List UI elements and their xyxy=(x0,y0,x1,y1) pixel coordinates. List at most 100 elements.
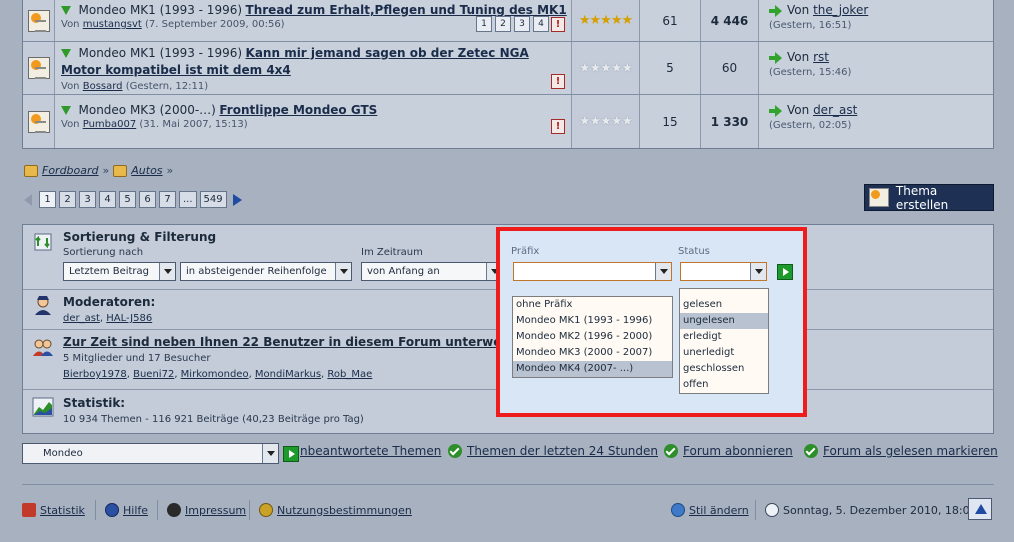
page-link[interactable]: 3 xyxy=(79,191,96,208)
status-option[interactable]: gelesen xyxy=(680,297,768,313)
style-icon xyxy=(671,503,685,517)
prefix-option[interactable]: ohne Präfix xyxy=(513,297,672,313)
filter-submit-button[interactable] xyxy=(777,264,793,280)
thread-title-link[interactable]: Frontlippe Mondeo GTS xyxy=(219,103,377,117)
change-style-link[interactable]: Stil ändern xyxy=(689,504,749,517)
terms-icon xyxy=(259,503,273,517)
new-posts-icon[interactable] xyxy=(61,49,71,58)
status-option[interactable]: geschlossen xyxy=(680,361,768,377)
prefix-filter-select[interactable] xyxy=(513,262,672,281)
online-user-link[interactable]: Mirkomondeo xyxy=(181,369,249,380)
status-filter-label: Status xyxy=(678,246,710,257)
footer-help-link[interactable]: Hilfe xyxy=(123,504,148,517)
statistics-title: Statistik: xyxy=(63,396,126,410)
page-link[interactable]: 2 xyxy=(59,191,76,208)
rating-stars-icon: ★★★★★ xyxy=(578,60,633,76)
sort-order-select[interactable]: in absteigender Reihenfolge xyxy=(180,262,352,281)
current-datetime: Sonntag, 5. Dezember 2010, 18:01 xyxy=(783,503,977,517)
footer-imprint-link[interactable]: Impressum xyxy=(185,504,246,517)
statistics-icon xyxy=(32,397,54,417)
breadcrumb-link-fordboard[interactable]: Fordboard xyxy=(42,164,99,177)
thread-prefix: Mondeo MK1 (1993 - 1996) xyxy=(78,46,243,60)
scroll-to-top-button[interactable] xyxy=(968,498,992,520)
thread-status-icon xyxy=(27,110,50,133)
status-option[interactable]: erledigt xyxy=(680,329,768,345)
report-icon[interactable]: ! xyxy=(551,74,565,89)
last-post-user-link[interactable]: the_joker xyxy=(813,3,868,17)
forum-jump-select[interactable]: Mondeo xyxy=(22,443,279,464)
report-icon[interactable]: ! xyxy=(551,119,565,134)
moderator-link[interactable]: der_ast xyxy=(63,313,100,324)
status-filter-select[interactable] xyxy=(680,262,767,281)
online-user-link[interactable]: MondiMarkus xyxy=(255,369,321,380)
online-user-link[interactable]: Bierboy1978 xyxy=(63,369,127,380)
sort-icon xyxy=(34,233,52,251)
check-icon xyxy=(804,444,818,458)
prefix-option[interactable]: Mondeo MK3 (2000 - 2007) xyxy=(513,345,672,361)
status-dropdown-list: gelesen ungelesen erledigt unerledigt ge… xyxy=(679,288,769,394)
view-count: 1 330 xyxy=(701,95,759,148)
thread-page-link[interactable]: 1 xyxy=(476,16,492,32)
prefix-option[interactable]: Mondeo MK1 (1993 - 1996) xyxy=(513,313,672,329)
unanswered-threads-link[interactable]: nbeantwortete Themen xyxy=(300,444,441,458)
online-user-link[interactable]: Bueni72 xyxy=(133,369,174,380)
page-link[interactable]: 5 xyxy=(119,191,136,208)
moderator-link[interactable]: HAL-J586 xyxy=(106,313,152,324)
status-option[interactable]: unerledigt xyxy=(680,345,768,361)
check-icon xyxy=(664,444,678,458)
thread-prefix: Mondeo MK1 (1993 - 1996) xyxy=(78,3,243,17)
sort-field-select[interactable]: Letztem Beitrag xyxy=(63,262,176,281)
breadcrumb-link-autos[interactable]: Autos xyxy=(131,164,162,177)
thread-page-link[interactable]: 3 xyxy=(514,16,530,32)
thread-author-link[interactable]: mustangsvt xyxy=(83,19,142,30)
thread-author-link[interactable]: Bossard xyxy=(83,81,123,92)
breadcrumb: Fordboard » Autos » xyxy=(24,164,173,177)
chevron-down-icon xyxy=(335,263,351,280)
thread-date: (31. Mai 2007, 15:13) xyxy=(139,119,248,130)
thread-page-link[interactable]: 4 xyxy=(533,16,549,32)
online-users-link[interactable]: Zur Zeit sind neben Ihnen 22 Benutzer in… xyxy=(63,335,522,349)
status-option[interactable]: offen xyxy=(680,377,768,393)
mark-read-link[interactable]: Forum als gelesen markieren xyxy=(823,444,998,458)
thread-author-link[interactable]: Pumba007 xyxy=(83,119,137,130)
thread-title-link[interactable]: Thread zum Erhalt,Pflegen und Tuning des… xyxy=(246,3,567,17)
last-post-user-link[interactable]: der_ast xyxy=(813,103,857,117)
thread-date: (7. September 2009, 00:56) xyxy=(144,19,285,30)
page-link[interactable]: 7 xyxy=(159,191,176,208)
folder-icon xyxy=(113,164,128,177)
last-post-time: (Gestern, 02:05) xyxy=(769,120,852,131)
page-link[interactable]: 4 xyxy=(99,191,116,208)
recent-threads-link[interactable]: Themen der letzten 24 Stunden xyxy=(467,444,658,458)
new-posts-icon[interactable] xyxy=(61,6,71,15)
statistics-text: 10 934 Themen - 116 921 Beiträge (40,23 … xyxy=(63,414,364,425)
page-link[interactable]: 549 xyxy=(199,191,227,208)
page-jump[interactable]: ... xyxy=(179,191,197,208)
users-icon xyxy=(33,339,53,356)
last-post-time: (Gestern, 15:46) xyxy=(769,67,852,78)
forum-jump-go-button[interactable] xyxy=(283,446,299,462)
rating-stars-icon: ★★★★★ xyxy=(578,114,633,129)
new-posts-icon[interactable] xyxy=(61,106,71,115)
thread-status-icon xyxy=(27,57,50,79)
period-select[interactable]: von Anfang an xyxy=(361,262,503,281)
prefix-filter-label: Präfix xyxy=(511,246,540,257)
goto-last-post-icon[interactable] xyxy=(769,105,782,117)
goto-last-post-icon[interactable] xyxy=(769,5,782,17)
prefix-option-selected[interactable]: Mondeo MK4 (2007- ...) xyxy=(513,361,672,377)
page-link[interactable]: 1 xyxy=(39,191,56,208)
new-thread-button[interactable]: Thema erstellen xyxy=(864,184,994,212)
footer-terms-link[interactable]: Nutzungsbestimmungen xyxy=(277,504,412,517)
footer-statistics-link[interactable]: Statistik xyxy=(40,504,85,517)
next-page-icon[interactable] xyxy=(232,193,242,206)
page-link[interactable]: 6 xyxy=(139,191,156,208)
folder-icon xyxy=(24,164,38,177)
prefix-option[interactable]: Mondeo MK2 (1996 - 2000) xyxy=(513,329,672,345)
view-count: 4 446 xyxy=(701,0,759,41)
subscribe-forum-link[interactable]: Forum abonnieren xyxy=(683,444,793,458)
status-option-selected[interactable]: ungelesen xyxy=(680,313,768,329)
last-post-user-link[interactable]: rst xyxy=(813,50,829,64)
thread-page-link[interactable]: 2 xyxy=(495,16,511,32)
goto-last-post-icon[interactable] xyxy=(769,52,782,64)
report-icon[interactable]: ! xyxy=(551,17,565,32)
online-user-link[interactable]: Rob_Mae xyxy=(327,369,372,380)
